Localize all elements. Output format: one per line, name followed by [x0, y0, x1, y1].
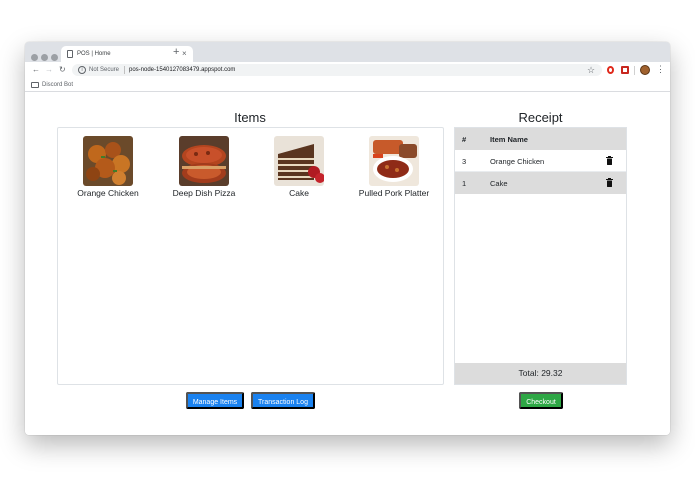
info-icon[interactable]: i — [78, 66, 86, 74]
maximize-window-icon[interactable] — [51, 54, 58, 61]
address-bar[interactable]: i Not Secure pos-node-1540127083479.apps… — [72, 64, 602, 76]
deep-dish-pizza-image — [179, 136, 229, 186]
row-item-name: Cake — [490, 179, 508, 188]
row-item-name: Orange Chicken — [490, 157, 545, 166]
browser-toolbar: ← → ↻ i Not Secure pos-node-154012708347… — [25, 62, 670, 78]
items-title: Items — [234, 110, 266, 125]
trash-icon[interactable] — [606, 156, 613, 165]
minimize-window-icon[interactable] — [41, 54, 48, 61]
bookmark-discord-bot[interactable]: Discord Bot — [42, 81, 73, 89]
receipt-table-header: # Item Name — [455, 128, 626, 150]
row-quantity: 1 — [462, 179, 467, 188]
more-menu-icon[interactable]: ⋮ — [656, 64, 665, 75]
back-icon[interactable]: ← — [32, 65, 40, 75]
table-row: 3 Orange Chicken — [455, 150, 626, 172]
close-window-icon[interactable] — [31, 54, 38, 61]
folder-icon — [31, 82, 39, 88]
item-name: Deep Dish Pizza — [172, 188, 236, 198]
item-deep-dish-pizza[interactable]: Deep Dish Pizza — [156, 136, 252, 199]
reload-icon[interactable]: ↻ — [59, 65, 66, 75]
bookmark-star-icon[interactable]: ☆ — [587, 65, 595, 75]
page-content: Items Receipt Orange Chicken Deep Dish P… — [25, 92, 670, 435]
item-name: Cake — [289, 188, 309, 198]
opera-extension-icon[interactable] — [607, 66, 614, 74]
bookmarks-bar: Discord Bot — [25, 78, 670, 92]
checkout-button[interactable]: Checkout — [519, 392, 563, 409]
tab-bar: POS | Home × + — [25, 42, 670, 62]
receipt-panel: # Item Name 3 Orange Chicken 1 Cake Tota… — [454, 127, 627, 385]
browser-window: POS | Home × + ← → ↻ i Not Secure pos-no… — [25, 42, 670, 435]
row-quantity: 3 — [462, 157, 467, 166]
cake-image — [274, 136, 324, 186]
new-tab-icon[interactable]: + — [173, 45, 179, 59]
manage-items-button[interactable]: Manage Items — [186, 392, 244, 409]
items-panel: Orange Chicken Deep Dish Pizza Cake Pull… — [57, 127, 444, 385]
profile-avatar[interactable] — [640, 65, 650, 75]
page-icon — [67, 50, 73, 58]
orange-chicken-image — [83, 136, 133, 186]
trash-icon[interactable] — [606, 178, 613, 187]
extension-icon[interactable] — [621, 66, 629, 74]
receipt-title: Receipt — [518, 110, 563, 125]
item-cake[interactable]: Cake — [251, 136, 347, 199]
item-orange-chicken[interactable]: Orange Chicken — [60, 136, 156, 199]
item-name: Pulled Pork Platter — [358, 188, 430, 198]
url-text[interactable]: pos-node-1540127083479.appspot.com — [129, 66, 235, 74]
pulled-pork-platter-image — [369, 136, 419, 186]
item-name: Orange Chicken — [77, 188, 139, 198]
toolbar-separator — [634, 66, 635, 75]
receipt-total: Total: 29.32 — [455, 363, 626, 384]
not-secure-label: Not Secure — [89, 67, 120, 73]
tab-title: POS | Home — [77, 51, 111, 57]
transaction-log-button[interactable]: Transaction Log — [251, 392, 315, 409]
column-header-item-name: Item Name — [490, 135, 528, 144]
tab-close-icon[interactable]: × — [182, 49, 187, 59]
url-separator — [124, 66, 125, 74]
table-row: 1 Cake — [455, 172, 626, 194]
item-pulled-pork-platter[interactable]: Pulled Pork Platter — [346, 136, 442, 199]
column-header-number: # — [462, 135, 467, 144]
forward-icon[interactable]: → — [45, 65, 53, 75]
